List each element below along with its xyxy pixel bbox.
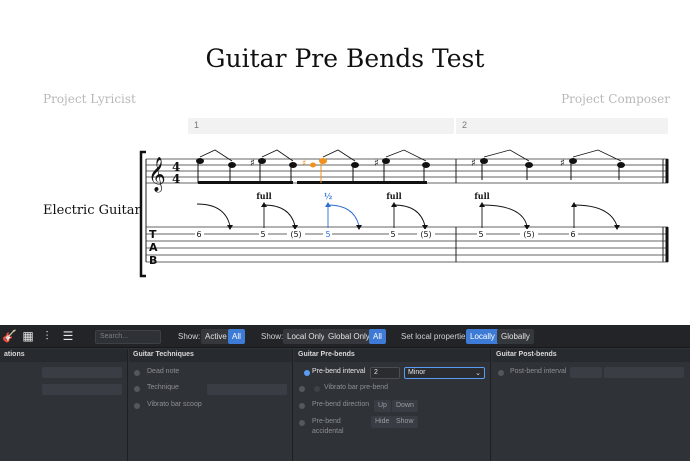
tab-staff bbox=[146, 226, 668, 263]
guitar-postbends-header: Guitar Post-bends bbox=[492, 349, 690, 362]
dead-note-label: Dead note bbox=[147, 368, 180, 375]
direction-up-button[interactable]: Up bbox=[374, 400, 391, 412]
bend-label: full bbox=[386, 191, 401, 201]
prebend-accidental-label-1: Pre-bend bbox=[312, 418, 341, 425]
direction-down-button[interactable]: Down bbox=[392, 400, 418, 412]
time-signature-bottom: 4 bbox=[172, 172, 180, 186]
bend-label: full bbox=[474, 191, 489, 201]
notations-column: ations bbox=[0, 349, 128, 461]
prebend-interval-number[interactable]: 2 bbox=[370, 367, 400, 379]
bend-label: full bbox=[256, 191, 271, 201]
technique-label: Technique bbox=[147, 384, 179, 391]
dead-note-toggle[interactable] bbox=[134, 370, 140, 376]
selected-bend-arrowhead bbox=[325, 202, 331, 207]
technique-field[interactable] bbox=[207, 384, 287, 395]
list-settings-icon[interactable]: ☰ bbox=[61, 329, 75, 343]
prebend-direction-toggle[interactable] bbox=[299, 403, 305, 409]
tab-number: 5 bbox=[260, 230, 265, 239]
accidental-hide-button[interactable]: Hide bbox=[371, 416, 394, 428]
tab-number: (5) bbox=[523, 230, 534, 239]
postbend-interval-toggle[interactable] bbox=[498, 370, 504, 376]
guitar-icon[interactable]: 🎸 bbox=[2, 329, 17, 343]
notation-svg[interactable]: 𝄞 4 4 T A B ♯ ♯ ♯ ♯ ♯ full ½ full full 6… bbox=[0, 0, 690, 325]
prebend-accidental-toggle[interactable] bbox=[299, 420, 305, 426]
all-scope-button[interactable]: All bbox=[369, 329, 386, 344]
bend-arrowheads bbox=[227, 202, 620, 230]
search-input[interactable]: Search... bbox=[95, 330, 161, 344]
guitar-postbends-column: Guitar Post-bends Post-bend interval bbox=[492, 349, 690, 461]
prebend-quality-value: Minor bbox=[408, 369, 426, 376]
grid-icon[interactable]: ▦ bbox=[21, 329, 35, 343]
local-only-button[interactable]: Local Only bbox=[283, 329, 329, 344]
guitar-techniques-column: Guitar Techniques Dead note Technique Vi… bbox=[129, 349, 293, 461]
system-bracket bbox=[139, 150, 146, 278]
tab-number-selected: 5 bbox=[325, 230, 330, 239]
standard-staff bbox=[146, 158, 668, 184]
tab-clef-t: T bbox=[149, 228, 157, 241]
selected-bend-curve bbox=[327, 204, 360, 228]
selected-note: ♯ bbox=[302, 158, 327, 183]
postbend-interval-number[interactable] bbox=[570, 367, 602, 378]
noteheads-measure-1: ♯ ♯ bbox=[196, 158, 430, 183]
svg-text:♯: ♯ bbox=[250, 158, 255, 169]
postbend-interval-label: Post-bend interval bbox=[510, 368, 567, 375]
prebend-accidental-label-2: accidental bbox=[312, 428, 344, 435]
notation-field-2[interactable] bbox=[42, 384, 122, 395]
beam bbox=[198, 181, 293, 184]
chevron-down-icon: ⌄ bbox=[475, 370, 481, 377]
prebend-direction-label: Pre-bend direction bbox=[312, 401, 370, 408]
tab-clef-b: B bbox=[149, 254, 157, 267]
treble-clef-icon: 𝄞 bbox=[148, 157, 166, 193]
locally-button[interactable]: Locally bbox=[466, 329, 499, 344]
postbend-quality-select[interactable] bbox=[604, 367, 684, 378]
global-only-button[interactable]: Global Only bbox=[324, 329, 374, 344]
guitar-prebends-column: Guitar Pre-bends Pre-bend interval 2 Min… bbox=[294, 349, 491, 461]
notations-header: ations bbox=[0, 349, 127, 362]
guitar-prebends-header: Guitar Pre-bends bbox=[294, 349, 490, 362]
all-filter-button[interactable]: All bbox=[228, 329, 245, 344]
set-local-properties-label: Set local properties: bbox=[401, 332, 472, 341]
vibrato-prebend-label: Vibrato bar pre-bend bbox=[324, 384, 389, 391]
svg-text:♯: ♯ bbox=[560, 158, 565, 169]
prebend-quality-select[interactable]: Minor ⌄ bbox=[404, 367, 485, 379]
tab-number: (5) bbox=[420, 230, 431, 239]
beam bbox=[297, 181, 427, 184]
technique-toggle[interactable] bbox=[134, 386, 140, 392]
properties-columns: ations Guitar Techniques Dead note Techn… bbox=[0, 349, 690, 461]
guitar-techniques-header: Guitar Techniques bbox=[129, 349, 292, 362]
bend-label-selected: ½ bbox=[324, 191, 332, 201]
globally-button[interactable]: Globally bbox=[497, 329, 534, 344]
svg-text:♯: ♯ bbox=[471, 158, 476, 169]
tab-number: 5 bbox=[390, 230, 395, 239]
tab-clef-a: A bbox=[149, 241, 158, 254]
bend-curves bbox=[196, 203, 618, 228]
accidental-show-button[interactable]: Show bbox=[392, 416, 418, 428]
prebend-interval-toggle[interactable] bbox=[304, 370, 310, 376]
score-view[interactable]: Guitar Pre Bends Test Project Lyricist P… bbox=[0, 0, 690, 325]
vibrato-scoop-label: Vibrato bar scoop bbox=[147, 401, 202, 408]
tab-number: 6 bbox=[196, 230, 201, 239]
active-filter-button[interactable]: Active bbox=[201, 329, 231, 344]
sliders-icon[interactable]: ⫶ bbox=[40, 329, 54, 343]
show-scope-label: Show: bbox=[261, 332, 284, 341]
svg-text:♯: ♯ bbox=[302, 159, 306, 169]
vibrato-prebend-checkbox[interactable] bbox=[314, 386, 320, 392]
tab-number: 6 bbox=[570, 230, 575, 239]
properties-panel: 🎸 ▦ ⫶ ☰ Search... Show: Active All Show:… bbox=[0, 325, 690, 461]
properties-toolbar: 🎸 ▦ ⫶ ☰ Search... Show: Active All Show:… bbox=[0, 325, 690, 348]
bend-arrowhead bbox=[356, 225, 362, 230]
notation-field-1[interactable] bbox=[42, 367, 122, 378]
prebend-interval-label: Pre-bend interval bbox=[312, 368, 366, 375]
tab-number: (5) bbox=[290, 230, 301, 239]
tab-number: 5 bbox=[478, 230, 483, 239]
show-label: Show: bbox=[178, 332, 201, 341]
vibrato-scoop-toggle[interactable] bbox=[134, 403, 140, 409]
svg-text:♯: ♯ bbox=[374, 158, 379, 169]
vibrato-prebend-toggle[interactable] bbox=[299, 386, 305, 392]
